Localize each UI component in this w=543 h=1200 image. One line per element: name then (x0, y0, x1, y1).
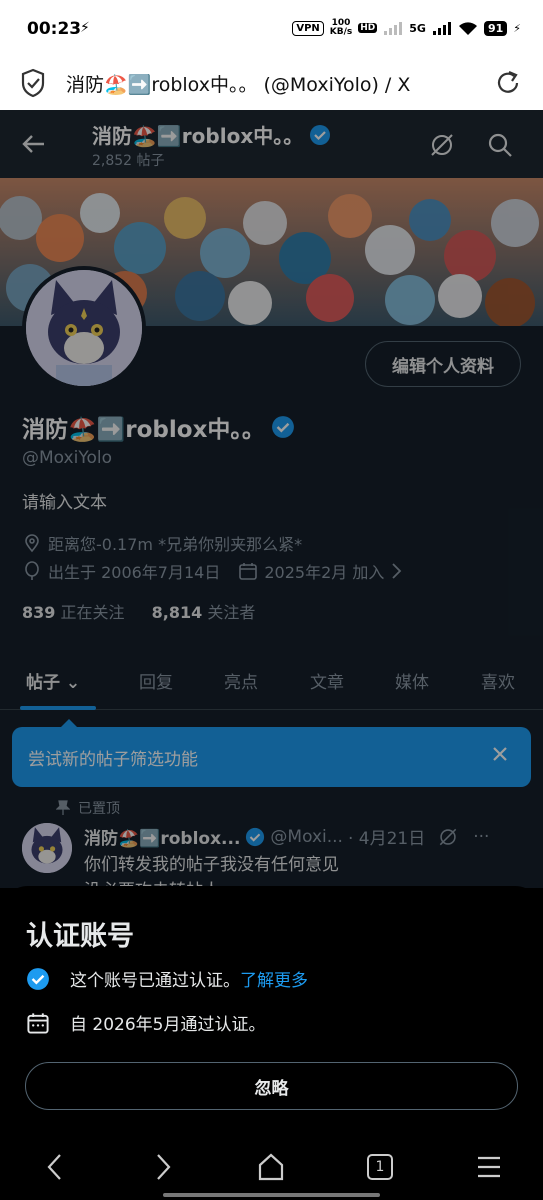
profile-avatar[interactable] (22, 266, 146, 390)
grok-icon[interactable] (438, 827, 458, 847)
post-handle[interactable]: @Moxi... (270, 827, 343, 847)
verified-row: 这个账号已通过认证。了解更多 (26, 966, 308, 991)
followers-link[interactable]: 8,814 关注者 (152, 603, 256, 622)
calendar-icon (239, 563, 258, 580)
pin-icon (56, 800, 70, 815)
profile-dates: 出生于 2006年7月14日 2025年2月 加入 (22, 559, 402, 583)
tab-highlights[interactable]: 亮点 (224, 668, 258, 693)
calendar-icon (27, 1012, 49, 1034)
verified-badge-icon[interactable] (245, 827, 265, 847)
status-icons: VPN 100 KB/s HD 5G 91 ⚡ (292, 19, 521, 37)
filter-tooltip[interactable]: 尝试新的帖子筛选功能 (12, 719, 531, 787)
tab-articles[interactable]: 文章 (310, 668, 344, 693)
dismiss-button[interactable]: 忽略 (25, 1062, 518, 1110)
back-icon[interactable] (44, 1152, 66, 1182)
tooltip-arrow (60, 719, 78, 728)
tooltip-text: 尝试新的帖子筛选功能 (28, 750, 198, 770)
status-time: 00:23 (27, 19, 82, 39)
verified-since-row: 自 2026年5月通过认证。 (26, 1010, 265, 1035)
browser-url-bar[interactable]: 消防🏖️➡️roblox中。。 (@MoxiYolo) / X (0, 58, 543, 110)
profile-birthday: 出生于 2006年7月14日 (48, 563, 221, 582)
wifi-icon (458, 21, 477, 35)
profile-tabs: 帖子 ⌄ 回复 亮点 文章 媒体 喜欢 (0, 658, 543, 710)
back-arrow-icon[interactable] (20, 130, 48, 158)
verified-badge-icon (27, 967, 49, 990)
network-type: 5G (409, 21, 426, 35)
pinned-label: 已置顶 (56, 798, 120, 818)
verified-badge-icon[interactable] (271, 415, 295, 439)
profile-joined[interactable]: 2025年2月 加入 (264, 559, 384, 583)
post-avatar[interactable] (22, 823, 72, 873)
close-icon[interactable] (489, 743, 511, 765)
status-bar: 00:23 ⚡ VPN 100 KB/s HD 5G 91 ⚡ (0, 0, 543, 58)
post-date: · 4月21日 (347, 829, 426, 849)
follow-stats: 839 正在关注 8,814 关注者 (22, 599, 255, 623)
active-tab-indicator (20, 706, 96, 710)
tab-likes[interactable]: 喜欢 (481, 668, 515, 693)
header-post-count: 2,852 帖子 (92, 153, 165, 169)
verified-badge-icon[interactable] (309, 124, 331, 146)
reload-icon[interactable] (493, 66, 523, 100)
signal-strong-icon (432, 22, 451, 35)
tab-posts[interactable]: 帖子 ⌄ (26, 668, 80, 693)
vpn-badge: VPN (292, 20, 324, 36)
post-avatar-image (22, 823, 72, 873)
avatar-image (26, 270, 142, 386)
charging-icon: ⚡ (80, 20, 90, 36)
more-options-icon[interactable]: ··· (473, 827, 489, 847)
browser-bottom-bar: 1 (0, 1136, 543, 1200)
security-shield-icon[interactable] (20, 68, 46, 98)
post-text: 你们转发我的帖子我没有任何意见 没必要攻击转帖人 (84, 855, 339, 888)
network-speed: 100 KB/s (329, 18, 353, 37)
tabs-button[interactable]: 1 (367, 1154, 393, 1180)
location-pin-icon (25, 534, 39, 553)
chevron-down-icon: ⌄ (65, 673, 81, 693)
search-icon[interactable] (487, 132, 513, 158)
chevron-right-icon[interactable] (390, 562, 402, 580)
profile-name: 消防🏖️➡️roblox中。。 (22, 410, 295, 444)
sheet-title: 认证账号 (26, 921, 134, 952)
profile-handle: @MoxiYolo (22, 448, 112, 468)
learn-more-link[interactable]: 了解更多 (240, 971, 308, 991)
profile-location: 距离您-0.17m *兄弟你别夹那么紧* (22, 531, 302, 555)
verified-account-sheet: 认证账号 这个账号已通过认证。了解更多 自 2026年5月通过认证。 忽略 (0, 886, 543, 1136)
edit-profile-button[interactable]: 编辑个人资料 (365, 341, 521, 387)
home-indicator[interactable] (163, 1193, 380, 1197)
post-author[interactable]: 消防🏖️➡️roblox... (84, 824, 240, 849)
profile-top-nav: 消防🏖️➡️roblox中。。 2,852 帖子 (0, 110, 543, 178)
menu-icon[interactable] (476, 1152, 502, 1182)
battery-charging-icon: ⚡ (513, 21, 521, 35)
following-link[interactable]: 839 正在关注 (22, 603, 125, 622)
verified-text: 这个账号已通过认证。 (70, 971, 240, 991)
page-title[interactable]: 消防🏖️➡️roblox中。。 (@MoxiYolo) / X (66, 70, 410, 97)
battery-level: 91 (483, 20, 508, 36)
hd-badge: HD (358, 23, 378, 33)
grok-icon[interactable] (429, 132, 455, 158)
forward-icon[interactable] (152, 1152, 174, 1182)
header-profile-name: 消防🏖️➡️roblox中。。 (92, 120, 331, 149)
x-profile-page: 消防🏖️➡️roblox中。。 2,852 帖子 编辑个人资料 消防🏖️➡️ro… (0, 110, 543, 888)
signal-weak-icon (384, 22, 403, 35)
home-icon[interactable] (257, 1152, 285, 1182)
profile-bio: 请输入文本 (22, 493, 107, 513)
tab-media[interactable]: 媒体 (395, 668, 429, 693)
tab-replies[interactable]: 回复 (139, 668, 173, 693)
verified-since-text: 自 2026年5月通过认证。 (70, 1015, 266, 1035)
post-header: 消防🏖️➡️roblox... @Moxi... · 4月21日 ··· (84, 824, 489, 850)
birthday-balloon-icon (25, 561, 39, 580)
